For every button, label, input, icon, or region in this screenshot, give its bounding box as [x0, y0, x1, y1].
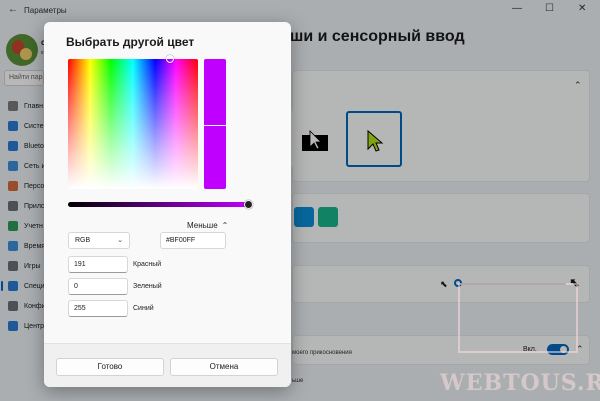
- blue-label: Синий: [133, 305, 154, 312]
- green-label: Зеленый: [133, 283, 162, 290]
- watermark-frame: [458, 283, 578, 353]
- cancel-button[interactable]: Отмена: [170, 358, 278, 376]
- watermark: WEBTOUS.RU: [440, 370, 600, 396]
- chevron-up-icon-less: ⌃: [221, 221, 229, 230]
- ok-button[interactable]: Готово: [56, 358, 164, 376]
- color-mode-value: RGB: [75, 237, 91, 244]
- less-label: Меньше: [187, 221, 218, 230]
- chevron-down-icon: ⌄: [117, 237, 123, 244]
- color-preview-current: [204, 126, 226, 189]
- red-label: Красный: [133, 261, 162, 268]
- color-preview-new: [204, 59, 226, 125]
- red-input[interactable]: 191: [68, 256, 128, 273]
- less-toggle[interactable]: Меньше ⌃: [187, 221, 228, 230]
- color-picker-dialog: Выбрать другой цвет Меньше ⌃ RGB ⌄ #BF00F…: [44, 22, 291, 387]
- brightness-slider[interactable]: [68, 202, 250, 207]
- dialog-title: Выбрать другой цвет: [66, 35, 195, 49]
- color-mode-select[interactable]: RGB ⌄: [68, 232, 130, 249]
- blue-input[interactable]: 255: [68, 300, 128, 317]
- brightness-slider-thumb[interactable]: [244, 200, 253, 209]
- hex-input[interactable]: #BF00FF: [160, 232, 226, 249]
- green-input[interactable]: 0: [68, 278, 128, 295]
- spectrum-selector[interactable]: [166, 55, 174, 63]
- color-spectrum[interactable]: [68, 59, 198, 189]
